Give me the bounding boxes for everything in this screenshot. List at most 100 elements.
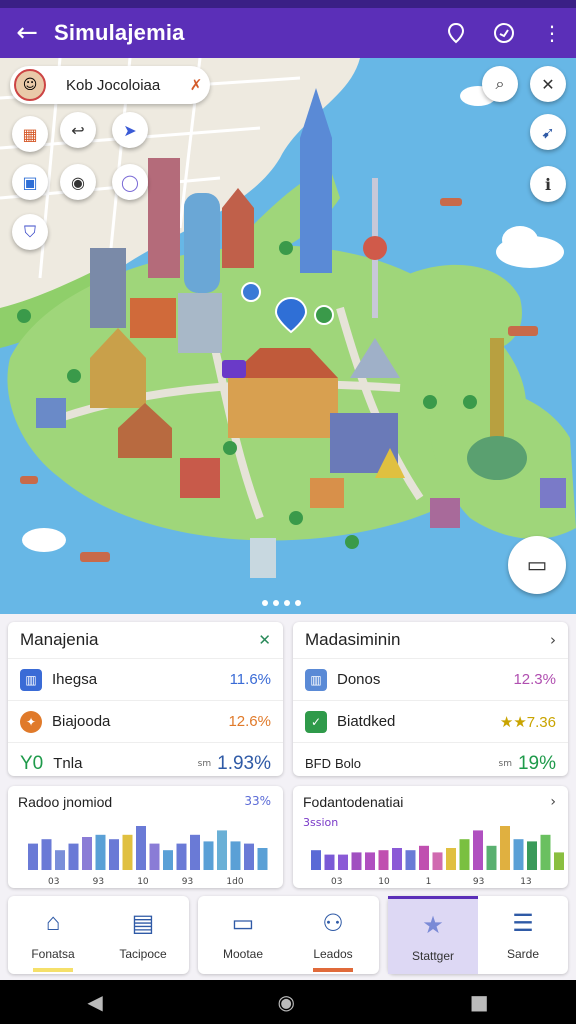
row-sub: sm	[197, 758, 212, 769]
chart-bar	[95, 834, 106, 870]
list-item[interactable]: ▥ Donos 12.3%	[293, 658, 568, 700]
page-indicator	[262, 600, 301, 606]
list-item[interactable]: ✓ Biatdked ★★7.36	[293, 700, 568, 742]
chart-bar	[459, 839, 470, 870]
list-item[interactable]: Y0 Tnla sm 1.93%	[8, 742, 283, 784]
row-prefix: BFD	[305, 756, 331, 771]
message-icon: ▭	[231, 910, 255, 937]
tick-label: 03	[48, 877, 59, 887]
location-search-chip[interactable]: ☺ Kob Jocoloiaa ✗	[10, 66, 210, 104]
stats-card-left[interactable]: Manajenia ✕ ▥ Ihegsa 11.6% ✦ Biajooda 12…	[8, 622, 283, 776]
home-icon: ⌂	[45, 909, 61, 936]
chart-bar	[190, 834, 200, 870]
row-value: 12.3%	[513, 671, 556, 688]
nav-item-tacipoce[interactable]: ▤ Tacipoce	[98, 896, 188, 974]
navigation-icon[interactable]: ➤	[112, 112, 148, 148]
shield-icon[interactable]: ⛉	[12, 214, 48, 250]
more-vert-icon[interactable]: ⋮	[528, 8, 576, 58]
bar-chart: 03 10 1 93 13	[311, 826, 564, 887]
nav-item-label: Leados	[313, 947, 353, 961]
cross-tools-icon[interactable]: ✕	[530, 66, 566, 102]
recents-square-icon[interactable]: ■	[470, 990, 489, 1014]
row-label: Tnla	[53, 755, 83, 772]
tick-label: 1	[426, 877, 432, 887]
layers-icon[interactable]: ▦	[12, 116, 48, 152]
tick-label: 93	[93, 877, 104, 887]
chart-bar	[351, 852, 362, 870]
chart-bar	[554, 852, 564, 870]
chart-title: Fodantodenatiai	[303, 794, 404, 810]
chart-bar	[405, 850, 416, 870]
chart-value: 33%	[244, 794, 271, 808]
tick-label: 93	[473, 877, 484, 887]
tick-label: 10	[137, 877, 149, 887]
chart-bar	[500, 826, 510, 870]
app-bar: ← Simulajemia ⋮	[0, 8, 576, 58]
nav-item-mootae[interactable]: ▭ Mootae	[198, 896, 288, 974]
tick-label: 93	[182, 877, 193, 887]
satellite-icon[interactable]: ▣	[12, 164, 48, 200]
chart-bar	[230, 841, 241, 870]
list-item[interactable]: ▥ Ihegsa 11.6%	[8, 658, 283, 700]
chart-bar	[365, 852, 375, 870]
card-title: Manajenia	[20, 630, 99, 649]
row-prefix: Y0	[20, 752, 44, 774]
circle-icon[interactable]: ◯	[112, 164, 148, 200]
map-marker-icon[interactable]	[432, 8, 480, 58]
close-icon[interactable]: ✗	[182, 76, 210, 94]
chart-bar	[257, 848, 268, 870]
chart-bar	[432, 852, 443, 870]
chart-bar	[473, 830, 483, 870]
chart-bar	[311, 850, 321, 870]
row-value: 12.6%	[228, 713, 271, 730]
chat-icon: ▤	[131, 910, 155, 937]
arrow-left-icon[interactable]: ←	[0, 8, 54, 58]
home-circle-icon[interactable]: ◉	[278, 990, 295, 1014]
nav-item-sarde[interactable]: ☰ Sarde	[478, 896, 568, 974]
nav-underline	[33, 968, 73, 972]
close-icon[interactable]: ✕	[258, 631, 271, 649]
nav-item-label: Stattger	[411, 948, 455, 963]
chevron-right-icon[interactable]: ›	[550, 794, 556, 810]
tick-label: 1d0	[226, 877, 243, 887]
chat-fab-icon[interactable]: ▭	[508, 536, 566, 594]
nav-item-stattger[interactable]: ★ Stattger	[388, 896, 478, 974]
chart-bar	[68, 843, 79, 870]
chart-bar	[378, 850, 389, 870]
chart-bar	[28, 843, 38, 870]
chart-bar	[136, 826, 146, 870]
chart-bar	[217, 830, 227, 870]
row-label: Bolo	[335, 756, 362, 771]
back-triangle-icon[interactable]: ◀	[87, 990, 102, 1014]
search-icon[interactable]: ⌕	[482, 66, 518, 102]
compass-icon[interactable]	[480, 8, 528, 58]
route-icon[interactable]: ↩	[60, 112, 96, 148]
nav-item-fonatsa[interactable]: ⌂ Fonatsa	[8, 896, 98, 974]
chart-bar	[419, 845, 429, 870]
info-icon[interactable]: ℹ	[530, 166, 566, 202]
nav-item-leados[interactable]: ⚇ Leados	[288, 896, 378, 974]
system-nav-bar: ◀ ◉ ■	[0, 980, 576, 1024]
tick-label: 10	[378, 877, 390, 887]
nav-item-label: Fonatsa	[31, 947, 75, 961]
chart-card-left[interactable]: Radoo jnomiod 33% 03 93 10 93 1d0	[8, 786, 283, 888]
nav-item-label: Tacipoce	[119, 947, 167, 961]
list-item[interactable]: BFD Bolo sm 19%	[293, 742, 568, 784]
chart-bar	[122, 834, 133, 870]
list-icon: ☰	[512, 910, 534, 937]
chart-bar	[338, 854, 348, 870]
compass-arrow-icon[interactable]: ➹	[530, 114, 566, 150]
camera-icon[interactable]: ◉	[60, 164, 96, 200]
row-value: ★★7.36	[499, 713, 556, 731]
people-icon: ⚇	[322, 910, 344, 937]
stats-card-right[interactable]: Madasiminin › ▥ Donos 12.3% ✓ Biatdked ★…	[293, 622, 568, 776]
status-bar	[0, 0, 576, 8]
chart-bar	[203, 841, 214, 870]
chart-card-right[interactable]: Fodantodenatiai › 3ssion 03 10 1 93 13	[293, 786, 568, 888]
chart-bar	[446, 848, 456, 870]
chart-icon: ▥	[20, 668, 42, 691]
chart-bar	[527, 841, 537, 870]
chevron-right-icon[interactable]: ›	[550, 631, 556, 649]
list-item[interactable]: ✦ Biajooda 12.6%	[8, 700, 283, 742]
tick-label: 03	[331, 877, 342, 887]
